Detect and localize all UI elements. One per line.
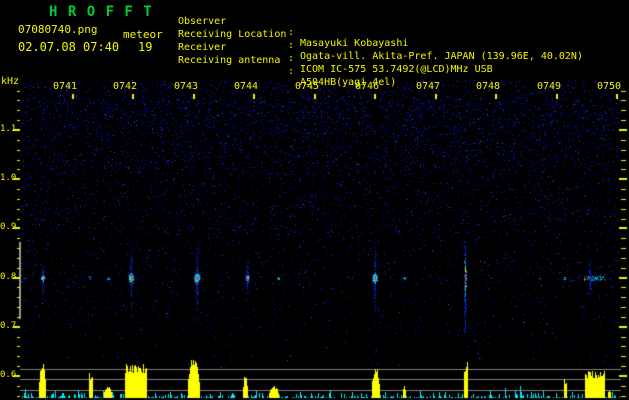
- info-row-location: Receiving Location : Ogata-vill. Akita-P…: [178, 18, 628, 62]
- freq-tick-label: 1.1: [0, 124, 17, 134]
- time-tick-label: 0741: [52, 81, 78, 92]
- station-info: Observer : Masayuki Kobayashi Receiving …: [178, 4, 628, 88]
- info-row-antenna: Receiving antenna : A504HB(yagi 4el): [178, 44, 628, 88]
- datetime-label: 02.07.08 07:40: [18, 40, 120, 54]
- freq-tick-label: 1.0: [0, 173, 17, 183]
- app-title: H R O F F T: [49, 4, 153, 20]
- time-tick-label: 0749: [536, 81, 562, 92]
- time-tick-label: 0742: [112, 81, 138, 92]
- time-tick-label: 0745: [294, 81, 320, 92]
- freq-axis-unit: kHz: [1, 76, 20, 87]
- meteor-count: 19: [138, 40, 153, 54]
- hrofft-window: H R O F F T 07080740.png meteor 02.07.08…: [0, 0, 629, 400]
- freq-tick-label: 0.7: [0, 321, 17, 331]
- info-row-receiver: Receiver : ICOM IC-575 53.7492(@LCD)MHz …: [178, 31, 628, 75]
- info-separator: :: [288, 66, 295, 77]
- info-value: ICOM IC-575 53.7492(@LCD)MHz USB: [300, 64, 493, 75]
- freq-tick-label: 0.8: [0, 272, 17, 282]
- filename-label: 07080740.png: [18, 23, 98, 36]
- freq-tick-label: 0.9: [0, 222, 17, 232]
- time-tick-label: 0750: [596, 81, 622, 92]
- info-label: Receiving antenna: [178, 55, 281, 66]
- time-tick-label: 0746: [354, 81, 380, 92]
- info-row-observer: Observer : Masayuki Kobayashi: [178, 5, 628, 49]
- time-tick-label: 0743: [173, 81, 199, 92]
- time-tick-label: 0744: [233, 81, 259, 92]
- freq-tick-label: 0.6: [0, 370, 17, 380]
- time-tick-label: 0747: [415, 81, 441, 92]
- time-tick-label: 0748: [475, 81, 501, 92]
